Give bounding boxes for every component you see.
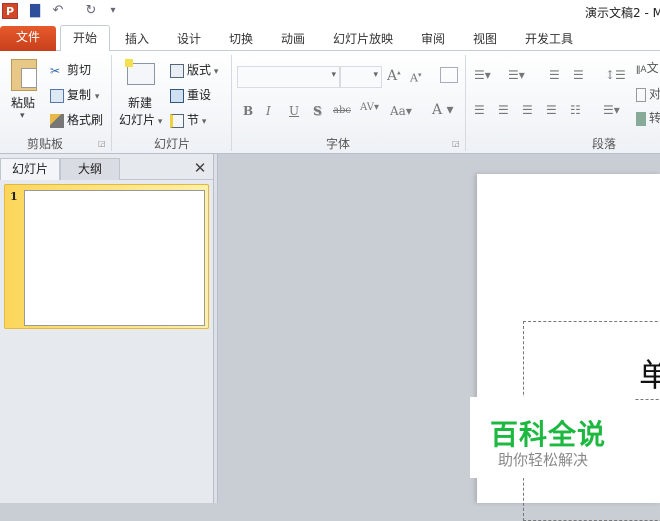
underline-icon[interactable]: U xyxy=(289,104,299,118)
redo-icon[interactable]: ↻ xyxy=(83,3,99,19)
cut-button[interactable]: ✂ 剪切 xyxy=(50,61,91,78)
reset-button[interactable]: 重设 xyxy=(170,86,211,103)
document-title: 演示文稿2 - M xyxy=(585,6,660,20)
reset-icon xyxy=(170,88,184,103)
layout-label: 版式 xyxy=(187,63,212,77)
text-direction-button[interactable]: ǁA文 xyxy=(636,59,659,76)
group-divider xyxy=(465,55,466,151)
section-label: 节 xyxy=(187,113,200,127)
group-divider xyxy=(111,55,112,151)
grow-font-icon[interactable]: A▴ xyxy=(387,68,401,84)
italic-icon[interactable]: I xyxy=(266,104,271,118)
ribbon: 粘贴 ▾ ✂ 剪切 复制 ▾ 格式刷 剪贴板 ◲ 新建 幻灯片 ▾ 版式 ▾ 重设… xyxy=(0,51,660,154)
align-text-button[interactable]: 对 xyxy=(636,85,660,102)
slide-thumbnail-1[interactable]: 1 xyxy=(4,184,209,329)
group-divider xyxy=(231,55,232,151)
paste-dropdown-icon[interactable]: ▾ xyxy=(20,111,25,121)
bold-icon[interactable]: B xyxy=(243,104,253,118)
clear-formatting-icon[interactable] xyxy=(440,67,458,83)
distributed-icon[interactable]: ☷ xyxy=(570,103,581,117)
align-left-icon[interactable]: ☰ xyxy=(474,103,485,117)
section-button[interactable]: 节 ▾ xyxy=(170,111,206,128)
justify-icon[interactable]: ☰ xyxy=(546,103,557,117)
clipboard-group-label: 剪贴板 xyxy=(27,137,64,151)
new-slide-dropdown[interactable]: 幻灯片 ▾ xyxy=(119,111,162,128)
align-center-icon[interactable]: ☰ xyxy=(498,103,509,117)
copy-label: 复制 xyxy=(67,88,92,102)
tab-outline[interactable]: 大纲 xyxy=(60,158,120,180)
ribbon-tabs: 文件 开始 插入 设计 切换 动画 幻灯片放映 审阅 视图 开发工具 xyxy=(0,24,660,52)
convert-smartart-button[interactable]: 转 xyxy=(636,109,660,126)
character-spacing-icon[interactable]: AV▾ xyxy=(360,102,379,113)
shadow-icon[interactable]: S xyxy=(313,104,322,118)
new-slide-icon[interactable] xyxy=(125,59,155,85)
copy-button[interactable]: 复制 ▾ xyxy=(50,86,99,103)
slides-group-label: 幻灯片 xyxy=(154,137,191,151)
powerpoint-app-icon[interactable]: P xyxy=(2,3,18,19)
panel-splitter[interactable] xyxy=(213,154,218,503)
tab-view[interactable]: 视图 xyxy=(473,28,497,51)
new-slide-button[interactable]: 新建 xyxy=(128,94,152,111)
slide-title-text: 单 xyxy=(639,356,660,394)
tab-review[interactable]: 审阅 xyxy=(421,28,445,51)
slide-thumbnail-image xyxy=(24,190,205,326)
numbering-icon[interactable]: ☰▾ xyxy=(508,68,525,82)
layout-button[interactable]: 版式 ▾ xyxy=(170,61,218,78)
tab-slides[interactable]: 幻灯片 xyxy=(0,158,60,180)
scissors-icon: ✂ xyxy=(50,63,61,78)
new-slide-label: 幻灯片 xyxy=(119,113,156,127)
change-case-icon[interactable]: Aa▾ xyxy=(390,104,412,118)
watermark: 百科全说 助你轻松解决 xyxy=(470,397,635,478)
font-color-icon[interactable]: A ▾ xyxy=(432,102,454,118)
layout-icon xyxy=(170,63,184,78)
tab-insert[interactable]: 插入 xyxy=(125,28,149,51)
line-spacing-icon[interactable]: ↕☰ xyxy=(605,68,626,82)
decrease-indent-icon[interactable]: ☰ xyxy=(549,68,560,82)
strikethrough-icon[interactable]: abc xyxy=(333,105,351,116)
tab-transitions[interactable]: 切换 xyxy=(229,28,253,51)
customize-quick-access-icon[interactable]: ▾ xyxy=(105,3,121,19)
title-bar: P ▇ ↶ ↻ ▾ 演示文稿2 - M xyxy=(0,0,660,24)
increase-indent-icon[interactable]: ☰ xyxy=(573,68,584,82)
slides-panel: 幻灯片 大纲 ✕ 1 xyxy=(0,154,214,503)
save-icon[interactable]: ▇ xyxy=(27,3,43,19)
tab-design[interactable]: 设计 xyxy=(177,28,201,51)
align-right-icon[interactable]: ☰ xyxy=(522,103,533,117)
close-panel-icon[interactable]: ✕ xyxy=(190,158,210,180)
font-size-combo[interactable]: ▾ xyxy=(340,66,382,88)
cut-label: 剪切 xyxy=(67,63,92,77)
tab-slideshow[interactable]: 幻灯片放映 xyxy=(333,28,393,51)
paragraph-group-label: 段落 xyxy=(592,137,617,151)
undo-icon[interactable]: ↶ xyxy=(50,3,66,19)
tab-developer[interactable]: 开发工具 xyxy=(525,28,573,51)
font-launcher-icon[interactable]: ◲ xyxy=(452,139,460,148)
watermark-title: 百科全说 xyxy=(490,418,607,451)
slide-number: 1 xyxy=(10,190,18,203)
bullets-icon[interactable]: ☰▾ xyxy=(474,68,491,82)
copy-icon xyxy=(50,88,64,103)
font-group-label: 字体 xyxy=(326,137,351,151)
section-icon xyxy=(170,113,184,128)
tab-file[interactable]: 文件 xyxy=(0,26,56,51)
tab-home[interactable]: 开始 xyxy=(60,25,110,52)
shrink-font-icon[interactable]: A▾ xyxy=(410,71,421,85)
clipboard-launcher-icon[interactable]: ◲ xyxy=(98,139,106,148)
tab-animations[interactable]: 动画 xyxy=(281,28,305,51)
paste-button[interactable]: 粘贴 xyxy=(11,94,35,111)
brush-icon xyxy=(50,113,64,128)
watermark-subtitle: 助你轻松解决 xyxy=(498,451,589,469)
font-name-combo[interactable]: ▾ xyxy=(237,66,340,88)
columns-icon[interactable]: ☰▾ xyxy=(603,103,620,117)
format-painter-label: 格式刷 xyxy=(67,113,104,127)
reset-label: 重设 xyxy=(187,88,212,102)
panel-tabs: 幻灯片 大纲 ✕ xyxy=(0,154,214,180)
format-painter-button[interactable]: 格式刷 xyxy=(50,111,103,128)
paste-icon[interactable] xyxy=(11,59,37,91)
